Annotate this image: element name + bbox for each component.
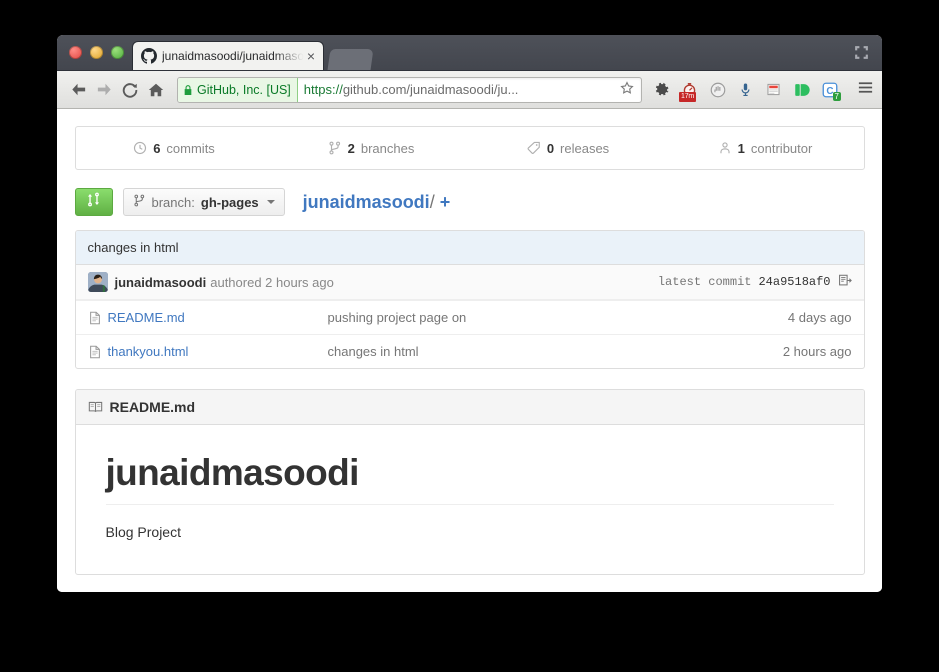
create-new-file-button[interactable]: + [440, 192, 451, 212]
stat-releases-count: 0 [546, 140, 555, 156]
url-text[interactable]: https://github.com/junaidmasoodi/ju... [298, 82, 613, 97]
book-icon [88, 400, 103, 415]
stat-branches[interactable]: 2 branches [273, 127, 470, 169]
readme-title: README.md [109, 399, 196, 415]
new-tab-button[interactable] [327, 49, 374, 70]
pull-request-icon [86, 192, 101, 212]
close-window-button[interactable] [69, 46, 82, 59]
latest-commit-sha[interactable]: 24a9518af0 [758, 275, 830, 289]
clipboard-extension-icon[interactable]: C 7 [820, 80, 841, 101]
github-octocat-icon [141, 48, 157, 64]
file-link-readme[interactable]: README.md [108, 310, 185, 325]
tab-title: junaidmasoodi/junaidmaso [162, 49, 305, 63]
timer-extension-icon[interactable]: 17m [679, 80, 699, 102]
stat-contributors-count: 1 [737, 140, 745, 156]
blocker-extension-icon[interactable] [708, 80, 727, 99]
star-icon[interactable] [613, 81, 641, 98]
address-bar[interactable]: GitHub, Inc. [US] https://github.com/jun… [177, 76, 642, 103]
commit-authored-time: authored 2 hours ago [210, 274, 334, 290]
tag-icon [527, 141, 541, 155]
microphone-extension-icon[interactable] [736, 80, 755, 99]
file-name-cell: README.md [108, 310, 328, 325]
ev-certificate-label: GitHub, Inc. [US] [197, 82, 291, 97]
stat-commits-label: commits [166, 140, 215, 156]
branch-selector[interactable]: branch: gh-pages [122, 188, 285, 216]
stat-contributors[interactable]: 1 contributor [667, 127, 864, 169]
readme-content: junaidmasoodi Blog Project [76, 425, 864, 574]
evernote-extension-icon[interactable] [792, 80, 811, 99]
file-name-cell: thankyou.html [108, 344, 328, 359]
history-icon [133, 141, 147, 155]
breadcrumb-repo-link[interactable]: junaidmasoodi [303, 192, 430, 212]
file-commit-age: 2 hours ago [782, 344, 852, 359]
commit-author-name[interactable]: junaidmasoodi [115, 275, 207, 290]
readme-panel: README.md junaidmasoodi Blog Project [74, 389, 865, 575]
github-repo-page: 6 commits 2 branches 0 releases 1 contri… [57, 109, 882, 592]
latest-commit-message: changes in html [75, 231, 864, 265]
fullscreen-arrows-icon[interactable] [853, 44, 870, 61]
readme-header: README.md [75, 390, 864, 425]
stat-branches-label: branches [360, 140, 415, 156]
window-controls [69, 46, 124, 59]
stat-contributors-label: contributor [750, 140, 813, 156]
compare-pull-request-button[interactable] [74, 188, 113, 216]
clipboard-copy-icon[interactable] [838, 273, 852, 291]
url-rest: github.com/junaidmasoodi/ju... [342, 82, 519, 97]
ev-certificate-badge[interactable]: GitHub, Inc. [US] [178, 77, 298, 102]
file-icon [88, 345, 108, 359]
readme-heading: junaidmasoodi [105, 452, 834, 505]
latest-commit-sha-group: latest commit 24a9518af0 [658, 273, 852, 291]
browser-toolbar: GitHub, Inc. [US] https://github.com/jun… [57, 71, 882, 109]
avatar[interactable] [87, 272, 108, 292]
repo-stats-bar: 6 commits 2 branches 0 releases 1 contri… [74, 126, 865, 170]
browser-tab[interactable]: junaidmasoodi/junaidmaso × [132, 41, 324, 70]
back-arrow-icon[interactable] [65, 77, 91, 103]
branch-toolbar: branch: gh-pages junaidmasoodi/ + [74, 188, 865, 216]
window-titlebar: junaidmasoodi/junaidmaso × [57, 35, 882, 71]
stat-commits-count: 6 [153, 140, 161, 156]
browser-window: junaidmasoodi/junaidmaso × GitHub, Inc. … [57, 35, 882, 592]
reload-icon[interactable] [117, 77, 143, 103]
branch-icon [133, 194, 146, 210]
file-commit-age: 4 days ago [787, 310, 852, 325]
file-listing: changes in html junaidmasoodi authored 2… [74, 230, 865, 369]
stat-releases[interactable]: 0 releases [470, 127, 667, 169]
people-icon [718, 141, 732, 155]
timer-badge: 17m [679, 92, 697, 102]
latest-commit-label: latest commit [657, 275, 752, 289]
chevron-down-icon [266, 200, 275, 204]
svg-text:C: C [826, 86, 833, 97]
stat-commits[interactable]: 6 commits [76, 127, 273, 169]
notes-extension-icon[interactable] [764, 80, 783, 99]
branch-prefix-label: branch: [151, 194, 195, 210]
lock-icon [184, 84, 192, 95]
forward-arrow-icon[interactable] [91, 77, 117, 103]
close-tab-icon[interactable]: × [305, 49, 317, 63]
gear-extension-icon[interactable] [652, 80, 671, 99]
breadcrumb: junaidmasoodi/ + [303, 192, 451, 213]
branch-icon [328, 141, 342, 155]
hamburger-menu-icon[interactable] [848, 79, 874, 101]
clipboard-badge: 7 [832, 92, 841, 101]
extension-icons: 17m C 7 [648, 79, 874, 102]
zoom-window-button[interactable] [111, 46, 124, 59]
file-icon [88, 311, 108, 325]
stat-releases-label: releases [560, 140, 610, 156]
breadcrumb-separator: / [429, 191, 435, 212]
table-row[interactable]: thankyou.html changes in html 2 hours ag… [75, 334, 864, 368]
file-commit-message[interactable]: changes in html [328, 344, 783, 359]
minimize-window-button[interactable] [90, 46, 103, 59]
readme-paragraph: Blog Project [105, 523, 181, 540]
url-scheme: https:// [303, 82, 343, 97]
home-icon[interactable] [143, 77, 169, 103]
stat-branches-count: 2 [347, 140, 355, 156]
latest-commit-meta: junaidmasoodi authored 2 hours ago lates… [75, 265, 864, 300]
file-link-thankyou[interactable]: thankyou.html [108, 344, 189, 359]
file-commit-message[interactable]: pushing project page on [328, 310, 788, 325]
branch-name-label: gh-pages [200, 194, 259, 210]
table-row[interactable]: README.md pushing project page on 4 days… [75, 300, 864, 334]
